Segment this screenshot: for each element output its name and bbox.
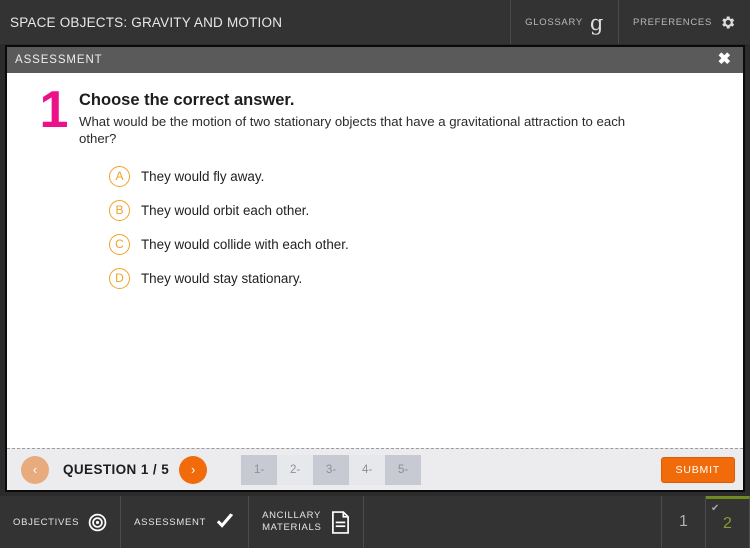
option-text: They would stay stationary. <box>141 270 303 286</box>
question-tab-5[interactable]: 5- <box>385 455 422 485</box>
question-tab-1[interactable]: 1- <box>241 455 278 485</box>
glossary-label: GLOSSARY <box>525 16 583 28</box>
option-text: They would collide with each other. <box>141 236 349 252</box>
question-tab-3[interactable]: 3- <box>313 455 350 485</box>
glossary-g-icon: g <box>589 10 605 35</box>
page-number-1[interactable]: 1 <box>662 496 706 548</box>
option-letter-bubble: A <box>109 165 130 187</box>
option-letter-bubble: B <box>109 199 130 221</box>
document-icon <box>331 510 350 534</box>
answer-option-d[interactable]: D They would stay stationary. <box>109 267 723 289</box>
target-icon <box>88 513 107 532</box>
panel-title: ASSESSMENT <box>15 54 103 66</box>
chevron-right-icon[interactable]: › <box>179 455 208 484</box>
answer-option-b[interactable]: B They would orbit each other. <box>109 199 723 221</box>
option-text: They would orbit each other. <box>141 202 310 218</box>
assessment-label: ASSESSMENT <box>134 516 207 528</box>
ancillary-materials-label: ANCILLARY MATERIALS <box>262 510 321 534</box>
submit-button[interactable]: SUBMIT <box>660 456 735 483</box>
page-number-2-label: 2 <box>723 514 732 532</box>
close-icon[interactable]: ✖ <box>714 52 735 68</box>
option-text: They would fly away. <box>141 168 265 184</box>
header-actions: GLOSSARY g PREFERENCES <box>510 0 750 44</box>
answer-option-a[interactable]: A They would fly away. <box>109 165 723 187</box>
app-header: SPACE OBJECTS: GRAVITY AND MOTION GLOSSA… <box>0 0 750 44</box>
answer-option-c[interactable]: C They would collide with each other. <box>109 233 723 255</box>
option-letter-bubble: C <box>109 233 130 255</box>
preferences-button[interactable]: PREFERENCES <box>618 0 750 44</box>
assessment-panel: ASSESSMENT ✖ 1 Choose the correct answer… <box>5 45 745 492</box>
page-title: SPACE OBJECTS: GRAVITY AND MOTION <box>10 14 283 30</box>
question-tab-4[interactable]: 4- <box>349 455 386 485</box>
preferences-label: PREFERENCES <box>633 16 712 28</box>
objectives-label: OBJECTIVES <box>13 516 80 528</box>
chevron-left-icon[interactable]: ‹ <box>21 455 49 484</box>
gear-icon <box>719 14 736 31</box>
question-body: 1 Choose the correct answer. What would … <box>7 73 743 433</box>
question-header-row: 1 Choose the correct answer. What would … <box>27 81 723 148</box>
app-footer: OBJECTIVES ASSESSMENT ANCILLARY MATERIAL… <box>0 496 750 548</box>
footer-item-objectives[interactable]: OBJECTIVES <box>0 496 122 548</box>
question-prompt: Choose the correct answer. <box>79 91 295 109</box>
check-icon <box>215 513 235 531</box>
question-number: 1 <box>39 81 69 139</box>
question-tabs: 1- 2- 3- 4- 5- <box>241 449 422 490</box>
option-letter-bubble: D <box>109 267 130 289</box>
answer-choices: A They would fly away. B They would orbi… <box>27 165 723 289</box>
question-stem: What would be the motion of two stationa… <box>79 114 626 147</box>
question-texts: Choose the correct answer. What would be… <box>79 89 723 148</box>
question-tab-2[interactable]: 2- <box>277 455 314 485</box>
page-number-1-label: 1 <box>679 513 688 530</box>
question-counter-label: QUESTION 1 / 5 <box>63 462 170 477</box>
page-number-2[interactable]: ✔ 2 <box>706 496 750 548</box>
ancillary-line-2: MATERIALS <box>262 522 322 533</box>
question-navigation-bar: ‹ QUESTION 1 / 5 › 1- 2- 3- 4- 5- SUBMIT <box>7 448 743 490</box>
footer-item-ancillary-materials[interactable]: ANCILLARY MATERIALS <box>249 496 364 548</box>
page-complete-check-icon: ✔ <box>711 503 720 514</box>
panel-titlebar: ASSESSMENT ✖ <box>7 47 743 73</box>
footer-item-assessment[interactable]: ASSESSMENT <box>121 496 250 548</box>
ancillary-line-1: ANCILLARY <box>262 510 321 522</box>
glossary-button[interactable]: GLOSSARY g <box>510 0 618 44</box>
footer-spacer <box>364 496 662 548</box>
